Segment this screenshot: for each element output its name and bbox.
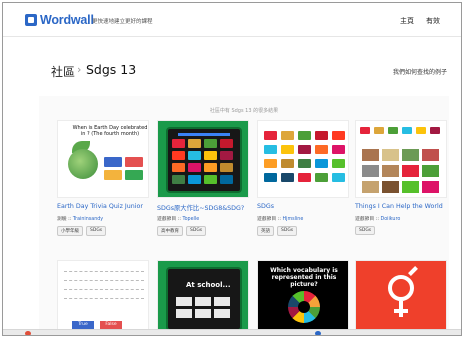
thumbnail-text: At school... <box>186 281 231 289</box>
activity-title-link[interactable]: SDGs原大作比~SDG8&SDG? <box>157 203 257 212</box>
activity-thumbnail[interactable]: At school... <box>157 260 249 330</box>
tag-list: 高中教育 SDGs <box>157 226 207 236</box>
sdg-wheel-icon <box>288 291 320 323</box>
author-link[interactable]: Doiikuro <box>381 217 401 222</box>
answer-grid <box>104 157 144 180</box>
sdg-icon-grid <box>264 131 345 182</box>
taskbar <box>3 329 461 335</box>
tag[interactable]: SDGs <box>186 226 207 236</box>
gender-equality-icon <box>388 275 414 301</box>
how-we-find-examples-link[interactable]: 我們如何查找的例子 <box>393 67 447 76</box>
timer-bar <box>178 133 230 136</box>
activity-title-link[interactable]: Earth Day Trivia Quiz Junior <box>57 203 157 210</box>
author-link[interactable]: Topelle <box>183 217 200 222</box>
activity-title-link[interactable]: Things I Can Help the World <box>355 203 455 210</box>
wordwall-logo-icon <box>25 14 37 26</box>
activity-meta: 遊戲節目 :: Hjmsline <box>257 215 357 222</box>
activity-meta: 遊戲節目 :: Topelle <box>157 215 257 222</box>
logo-text: Wordwall <box>40 13 94 27</box>
activity-meta: 遊戲節目 :: Doiikuro <box>355 215 455 222</box>
gender-arrow <box>408 266 418 276</box>
tag-list: 小學年級 SDGs <box>57 226 107 236</box>
activity-thumbnail[interactable] <box>257 120 349 198</box>
tag[interactable]: SDGs <box>355 226 376 235</box>
photo-grid <box>362 149 439 193</box>
statement-lines <box>64 271 144 311</box>
activity-title-link[interactable]: SDGs <box>257 203 357 210</box>
author-link[interactable]: Hjmsline <box>283 217 304 222</box>
browser-frame: Wordwall 更快速地建立更好的課程 主頁 有效 社區 › Sdgs 13 … <box>2 2 462 336</box>
activity-thumbnail[interactable]: True False <box>57 260 149 330</box>
activity-thumbnail[interactable]: When is Earth Day celebrated in ? (The f… <box>57 120 149 198</box>
activity-type: 遊戲節目 <box>157 217 177 222</box>
tag[interactable]: SDGs <box>277 226 298 236</box>
app-icon[interactable] <box>315 331 321 335</box>
sdg-strip <box>360 127 444 134</box>
page-title-bar: 社區 › Sdgs 13 我們如何查找的例子 <box>3 43 461 91</box>
activity-thumbnail[interactable] <box>157 120 249 198</box>
activity-type: 測驗 <box>57 217 67 222</box>
activity-type: 遊戲節目 <box>257 217 277 222</box>
activity-meta: 測驗 :: Traininsandy <box>57 215 157 222</box>
page-title: Sdgs 13 <box>86 62 137 77</box>
breadcrumb-separator: › <box>77 63 82 76</box>
thumbnail-question-text: When is Earth Day celebrated in ? (The f… <box>72 125 148 137</box>
tag[interactable]: 英語 <box>257 226 274 236</box>
tag[interactable]: SDGs <box>86 226 107 236</box>
author-link[interactable]: Traininsandy <box>73 217 103 222</box>
nav-home-link[interactable]: 主頁 <box>400 16 414 26</box>
results-notice: 社區中有 Sdgs 13 的很多結果 <box>209 108 279 114</box>
results-panel: 社區中有 Sdgs 13 的很多結果 When is Earth Day cel… <box>39 96 449 335</box>
activity-thumbnail[interactable] <box>355 120 447 198</box>
sdg-tile-grid <box>172 139 233 184</box>
top-navigation-bar: Wordwall 更快速地建立更好的課程 主頁 有效 <box>3 3 461 37</box>
tag[interactable]: 高中教育 <box>157 226 183 236</box>
tagline: 更快速地建立更好的課程 <box>92 19 153 25</box>
answer-blocks <box>176 297 230 318</box>
browser-icon[interactable] <box>25 331 31 335</box>
wordwall-logo[interactable]: Wordwall <box>25 12 94 28</box>
gender-bar <box>394 309 408 313</box>
globe-image <box>68 149 98 179</box>
true-button-image: True <box>72 321 94 329</box>
nav-language-link[interactable]: 有效 <box>426 16 440 26</box>
tag-list: SDGs <box>355 226 376 235</box>
tag[interactable]: 小學年級 <box>57 226 83 236</box>
false-button-image: False <box>100 321 122 329</box>
breadcrumb-community-link[interactable]: 社區 <box>51 63 75 80</box>
activity-thumbnail[interactable]: Which vocabulary is represented in this … <box>257 260 349 330</box>
activity-type: 遊戲節目 <box>355 217 375 222</box>
activity-thumbnail[interactable] <box>355 260 447 330</box>
thumbnail-text: Which vocabulary is represented in this … <box>270 267 338 288</box>
tag-list: 英語 SDGs <box>257 226 298 236</box>
